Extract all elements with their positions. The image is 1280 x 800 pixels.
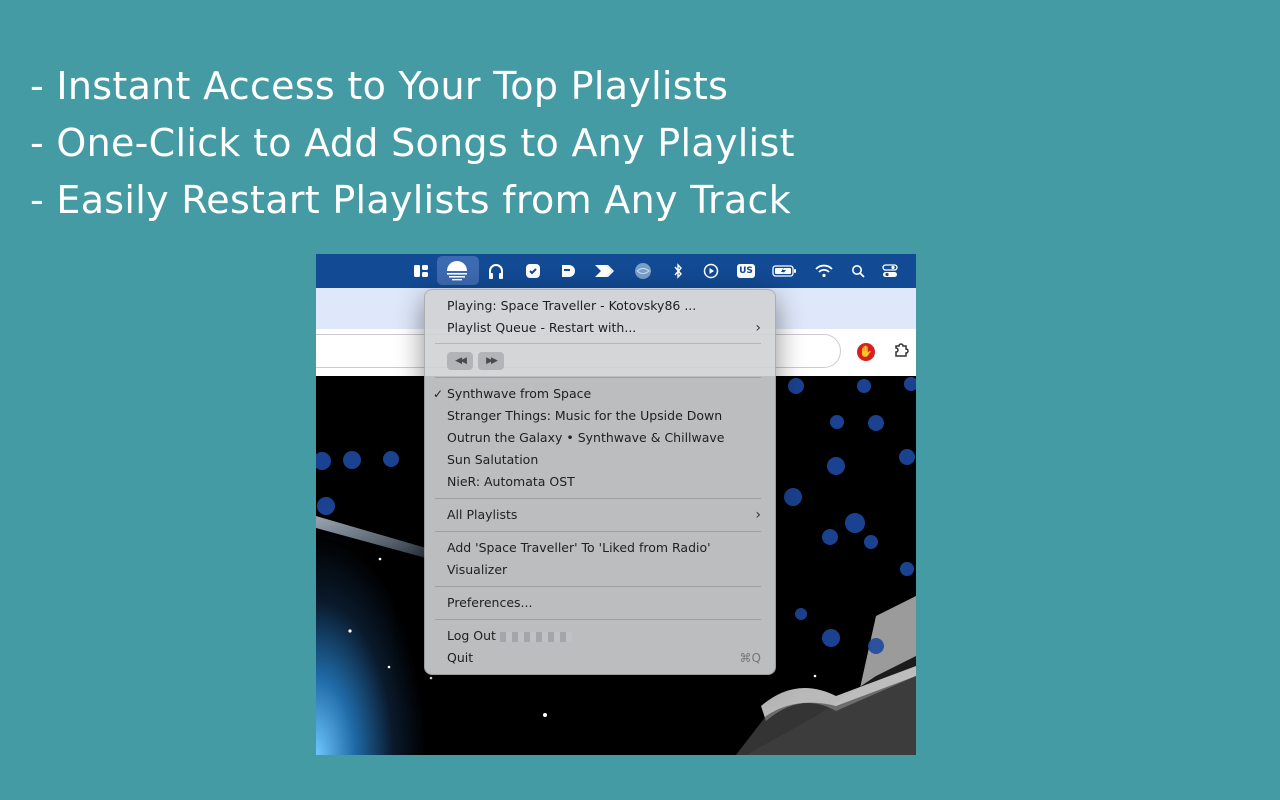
menu-separator: [435, 498, 761, 499]
quit-item[interactable]: Quit: [447, 647, 473, 669]
layout-icon[interactable]: [412, 262, 430, 280]
playlist-queue-item[interactable]: Playlist Queue - Restart with...: [447, 317, 767, 339]
redacted-username: [499, 631, 572, 642]
menu-separator: [435, 619, 761, 620]
shield-icon[interactable]: [524, 262, 542, 280]
feature-line-2: - One-Click to Add Songs to Any Playlist: [30, 121, 795, 165]
bookmark-icon[interactable]: [559, 262, 577, 280]
battery-icon[interactable]: [772, 262, 798, 280]
checkmark-icon: ✓: [433, 387, 444, 401]
extensions-puzzle-icon[interactable]: [893, 341, 911, 364]
now-playing-item[interactable]: Playing: Space Traveller - Kotovsky86 ..…: [447, 295, 696, 317]
playlist-item[interactable]: Outrun the Galaxy • Synthwave & Chillwav…: [447, 427, 724, 449]
feature-list: - Instant Access to Your Top Playlists -…: [30, 58, 795, 229]
visualizer-item[interactable]: Visualizer: [447, 559, 507, 581]
add-to-liked-item[interactable]: Add 'Space Traveller' To 'Liked from Rad…: [447, 537, 711, 559]
keyboard-us-icon[interactable]: US: [737, 262, 755, 280]
status-bar-menu: Playing: Space Traveller - Kotovsky86 ..…: [424, 289, 776, 675]
quit-shortcut: ⌘Q: [739, 651, 761, 665]
previous-track-button[interactable]: ◀◀: [447, 352, 473, 370]
macos-menu-bar: US: [316, 254, 916, 288]
log-out-label: Log Out: [447, 628, 496, 643]
app-sunset-icon[interactable]: [445, 261, 469, 281]
keyboard-us-label: US: [737, 264, 755, 278]
headphones-icon[interactable]: [487, 262, 505, 280]
adblock-extension-icon[interactable]: ✋: [857, 343, 875, 361]
menu-separator: [435, 531, 761, 532]
play-circle-icon[interactable]: [702, 262, 720, 280]
playlist-item[interactable]: Sun Salutation: [447, 449, 538, 471]
arrows-icon[interactable]: [594, 262, 616, 280]
playlist-queue-label: Playlist Queue - Restart with...: [447, 320, 637, 335]
search-icon[interactable]: [849, 262, 867, 280]
menu-separator: [435, 377, 761, 378]
playlist-item[interactable]: Stranger Things: Music for the Upside Do…: [447, 405, 722, 427]
globe-icon[interactable]: [634, 262, 652, 280]
feature-line-1: - Instant Access to Your Top Playlists: [30, 64, 729, 108]
playlist-item[interactable]: Synthwave from Space: [447, 383, 591, 405]
chevron-right-icon: ›: [755, 320, 761, 336]
bluetooth-icon[interactable]: [669, 262, 687, 280]
preferences-item[interactable]: Preferences...: [447, 592, 532, 614]
chevron-right-icon: ›: [755, 507, 761, 523]
menu-separator: [435, 586, 761, 587]
all-playlists-item[interactable]: All Playlists: [447, 504, 517, 526]
control-center-icon[interactable]: [881, 262, 899, 280]
playlist-item[interactable]: NieR: Automata OST: [447, 471, 575, 493]
log-out-item[interactable]: Log Out: [447, 625, 572, 647]
wifi-icon[interactable]: [815, 262, 833, 280]
next-track-button[interactable]: ▶▶: [478, 352, 504, 370]
feature-line-3: - Easily Restart Playlists from Any Trac…: [30, 178, 792, 222]
menu-separator: [435, 343, 761, 344]
